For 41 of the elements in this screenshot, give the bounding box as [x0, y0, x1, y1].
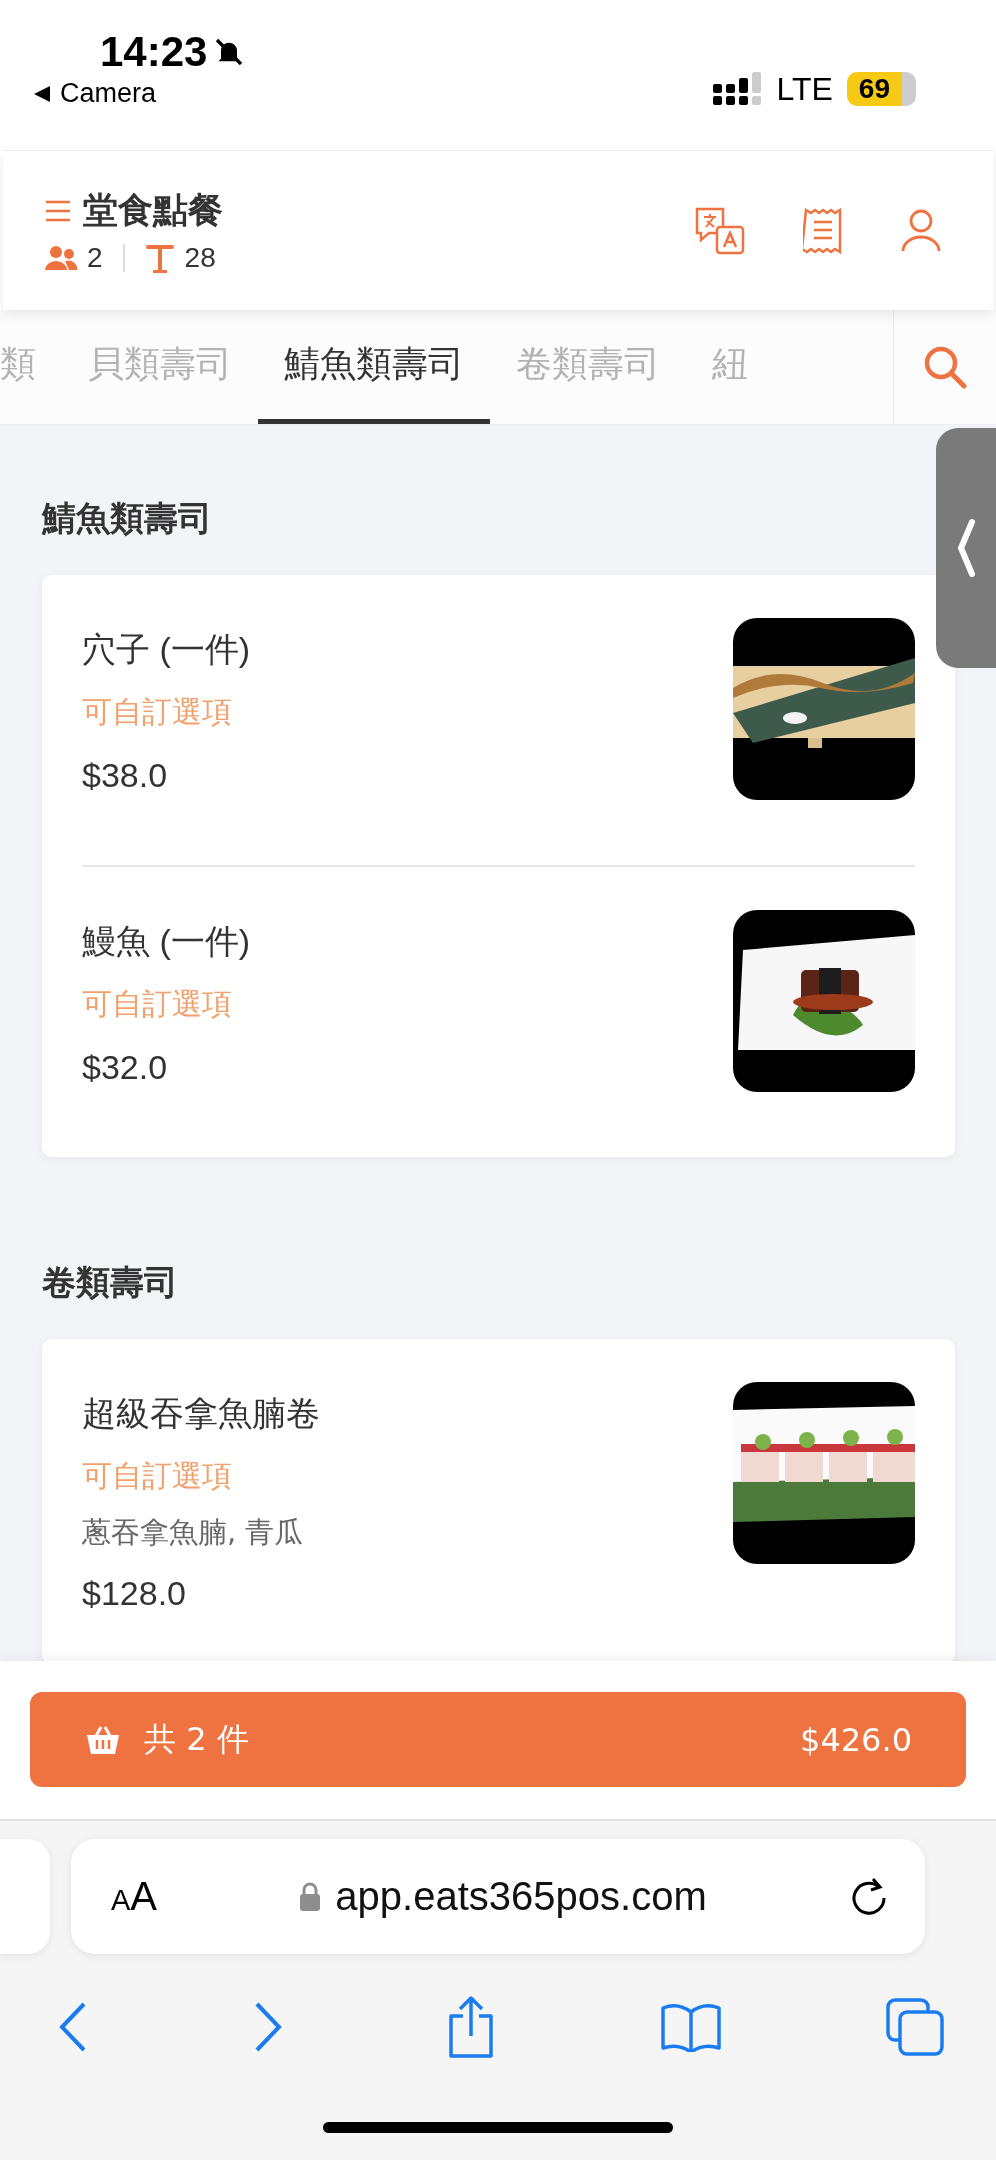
- clock-time: 14:23: [100, 28, 208, 76]
- text-size-button[interactable]: AA: [111, 1874, 158, 1919]
- basket-icon: [86, 1724, 120, 1755]
- search-icon: [923, 345, 967, 389]
- item-name[interactable]: 穴子 (一件): [82, 626, 251, 672]
- receipt-icon[interactable]: [803, 207, 843, 254]
- guest-count: 2: [87, 242, 103, 274]
- back-arrow-icon: [32, 83, 52, 104]
- item-name[interactable]: 鰻魚 (一件): [82, 918, 251, 964]
- table-icon: [144, 242, 175, 274]
- item-name[interactable]: 超級吞拿魚腩卷: [82, 1390, 320, 1436]
- network-label: LTE: [776, 70, 833, 108]
- cart-total: $426.0: [800, 1720, 912, 1759]
- tabs-icon[interactable]: [886, 1998, 944, 2056]
- section-title: 卷類壽司: [42, 1261, 179, 1304]
- translate-icon[interactable]: [695, 206, 745, 255]
- customizable-label: 可自訂選項: [82, 693, 233, 731]
- lock-icon: [299, 1881, 322, 1912]
- customizable-label: 可自訂選項: [82, 985, 233, 1023]
- people-icon: [45, 245, 77, 271]
- menu-icon[interactable]: [45, 198, 71, 223]
- address-bar[interactable]: AA app.eats365pos.com: [71, 1839, 925, 1954]
- item-description: 蔥吞拿魚腩, 青瓜: [82, 1514, 305, 1551]
- page-title: 堂食點餐: [83, 189, 223, 231]
- section-title: 鯖魚類壽司: [42, 497, 213, 540]
- customizable-label: 可自訂選項: [82, 1457, 233, 1495]
- signal-icon: [712, 72, 763, 106]
- back-icon[interactable]: [58, 2000, 88, 2054]
- share-icon[interactable]: [447, 1996, 495, 2058]
- item-price: $38.0: [82, 755, 169, 796]
- item-price: $32.0: [82, 1047, 169, 1088]
- cart-count: 共 2 件: [144, 1718, 249, 1760]
- book-icon[interactable]: [659, 2002, 722, 2052]
- user-icon[interactable]: [901, 208, 941, 253]
- back-to-app-link[interactable]: Camera: [60, 78, 157, 109]
- table-number: 28: [184, 242, 216, 274]
- item-price: $128.0: [82, 1573, 187, 1614]
- chevron-left-icon: [956, 518, 976, 578]
- side-panel-handle[interactable]: [936, 428, 996, 668]
- battery-level: 69: [846, 72, 916, 106]
- url-text: app.eats365pos.com: [335, 1874, 707, 1919]
